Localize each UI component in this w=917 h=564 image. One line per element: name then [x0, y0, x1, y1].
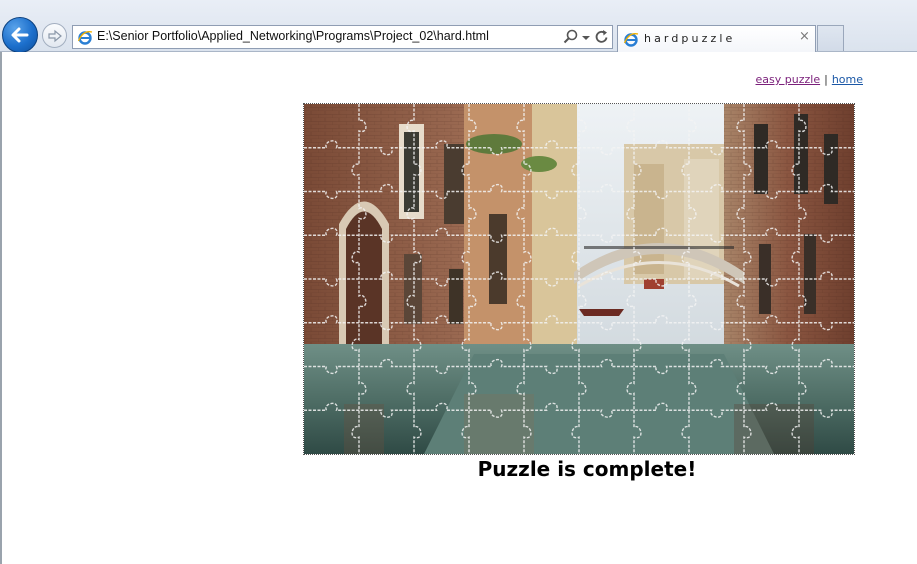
- venice-canal-puzzle-image: [304, 104, 854, 454]
- back-button[interactable]: [2, 17, 38, 53]
- browser-toolbar: E:\Senior Portfolio\Applied_Networking\P…: [0, 0, 917, 53]
- top-links: easy puzzle | home: [756, 73, 863, 86]
- page-content: easy puzzle | home Puzzle is complete!: [0, 52, 917, 564]
- easy-puzzle-link[interactable]: easy puzzle: [756, 73, 821, 86]
- refresh-icon[interactable]: [594, 28, 610, 46]
- close-icon[interactable]: ×: [799, 29, 810, 44]
- tab-title: hardpuzzle: [644, 32, 736, 45]
- ie-favicon-icon: [623, 33, 639, 47]
- dropdown-arrow-icon[interactable]: [581, 30, 591, 44]
- tab-hardpuzzle[interactable]: hardpuzzle ×: [617, 25, 816, 52]
- home-link[interactable]: home: [832, 73, 863, 86]
- new-tab-button[interactable]: [817, 25, 844, 51]
- search-icon[interactable]: [562, 28, 580, 46]
- puzzle-board[interactable]: [303, 103, 855, 455]
- link-separator: |: [824, 73, 828, 86]
- ie-favicon-icon: [77, 31, 93, 45]
- forward-button[interactable]: [42, 23, 67, 48]
- forward-arrow-icon: [47, 29, 62, 42]
- back-arrow-icon: [11, 27, 29, 43]
- address-text[interactable]: E:\Senior Portfolio\Applied_Networking\P…: [97, 29, 489, 43]
- puzzle-status-message: Puzzle is complete!: [477, 457, 697, 481]
- address-bar[interactable]: E:\Senior Portfolio\Applied_Networking\P…: [72, 25, 613, 49]
